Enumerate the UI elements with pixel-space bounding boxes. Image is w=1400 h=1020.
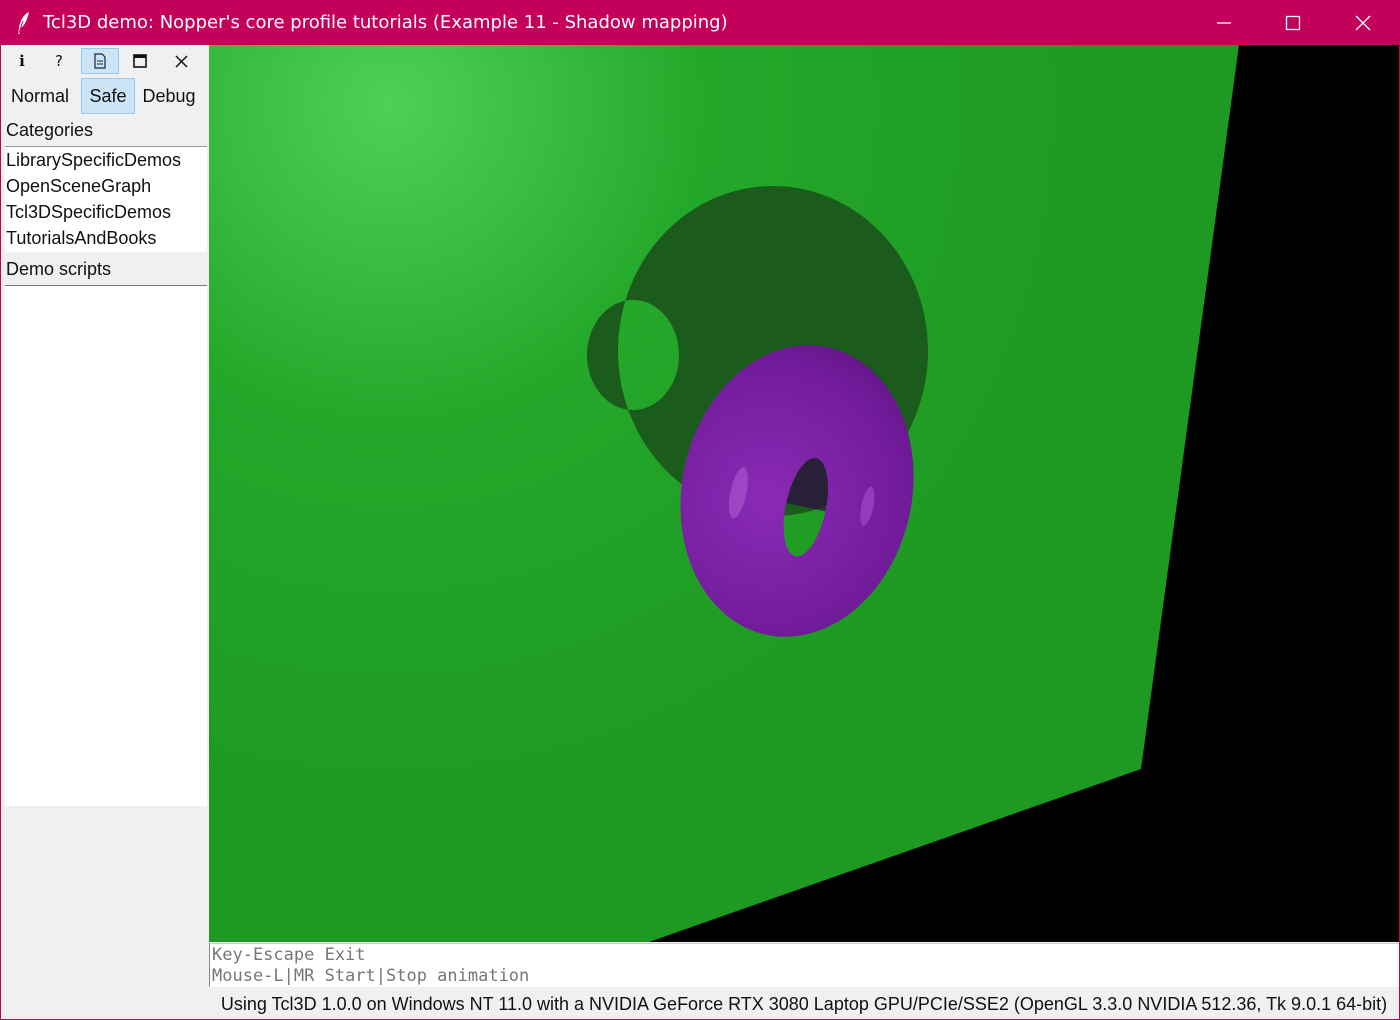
mode-debug-button[interactable]: Debug: [138, 78, 200, 114]
app-window: Tcl3D demo: Nopper's core profile tutori…: [0, 0, 1400, 1020]
close-window-icon: [1355, 15, 1371, 31]
demo-scripts-list[interactable]: [5, 285, 207, 806]
document-button[interactable]: [81, 48, 119, 74]
mode-safe-button[interactable]: Safe: [81, 78, 135, 114]
document-icon: [94, 53, 106, 69]
info-button[interactable]: i: [3, 48, 41, 74]
shadow-mapping-scene: [209, 45, 1399, 942]
info-icon: i: [19, 52, 25, 70]
sidebar: i ? Normal Safe Debug Categories Library…: [3, 45, 208, 1019]
help-icon: ?: [55, 52, 63, 70]
maximize-icon: [1285, 15, 1301, 31]
info-line-mouse: Mouse-L|MR Start|Stop animation: [212, 966, 530, 986]
info-text-box[interactable]: Key-Escape Exit Mouse-L|MR Start|Stop an…: [209, 943, 1399, 987]
maximize-button[interactable]: [1258, 1, 1328, 45]
status-bar: Using Tcl3D 1.0.0 on Windows NT 11.0 wit…: [220, 993, 1388, 1014]
category-item[interactable]: OpenSceneGraph: [5, 173, 207, 199]
info-line-escape: Key-Escape Exit: [212, 945, 366, 965]
window-title: Tcl3D demo: Nopper's core profile tutori…: [43, 12, 728, 33]
category-item[interactable]: TutorialsAndBooks: [5, 225, 207, 251]
categories-label: Categories: [6, 120, 94, 140]
exit-button[interactable]: [162, 48, 200, 74]
category-item[interactable]: Tcl3DSpecificDemos: [5, 199, 207, 225]
minimize-button[interactable]: [1189, 1, 1259, 45]
close-icon: [174, 54, 188, 68]
demo-scripts-label: Demo scripts: [6, 259, 112, 279]
fullscreen-button[interactable]: [121, 48, 159, 74]
category-item[interactable]: LibrarySpecificDemos: [5, 147, 207, 173]
opengl-viewport[interactable]: [209, 45, 1399, 942]
minimize-icon: [1217, 22, 1231, 24]
title-bar[interactable]: Tcl3D demo: Nopper's core profile tutori…: [1, 1, 1399, 45]
help-button[interactable]: ?: [40, 48, 78, 74]
mode-normal-button[interactable]: Normal: [5, 78, 75, 114]
categories-list[interactable]: LibrarySpecificDemos OpenSceneGraph Tcl3…: [5, 146, 207, 252]
fullscreen-icon: [133, 54, 147, 68]
feather-icon: [18, 12, 29, 34]
close-window-button[interactable]: [1328, 1, 1398, 45]
